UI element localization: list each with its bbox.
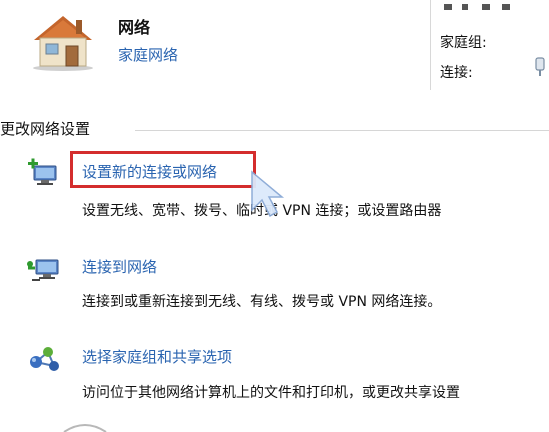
task-link-homegroup-sharing[interactable]: 选择家庭组和共享选项: [82, 346, 232, 367]
homegroup-label: 家庭组:: [440, 35, 487, 51]
section-title: 更改网络设置: [0, 120, 91, 138]
vertical-divider: [430, 0, 431, 90]
connect-to-network-icon: [27, 259, 59, 281]
partial-next-icon: [63, 424, 107, 432]
section-divider: [135, 130, 549, 131]
network-type-link[interactable]: 家庭网络: [118, 44, 178, 65]
mouse-cursor-icon: [251, 170, 285, 218]
highlight-box: [70, 151, 256, 188]
house-network-icon: [33, 16, 93, 71]
homegroup-sharing-icon: [30, 347, 59, 371]
network-adapter-icon[interactable]: [533, 56, 547, 78]
task-desc-connect-to-network: 连接到或重新连接到无线、有线、拨号或 VPN 网络连接。: [82, 294, 442, 310]
task-desc-homegroup-sharing: 访问位于其他网络计算机上的文件和打印机，或更改共享设置: [82, 385, 460, 401]
cut-off-top-text: [444, 4, 510, 10]
new-connection-icon: [28, 158, 57, 185]
task-link-connect-to-network[interactable]: 连接到网络: [82, 256, 157, 277]
network-name: 网络: [118, 18, 151, 37]
connection-label: 连接:: [440, 65, 473, 81]
